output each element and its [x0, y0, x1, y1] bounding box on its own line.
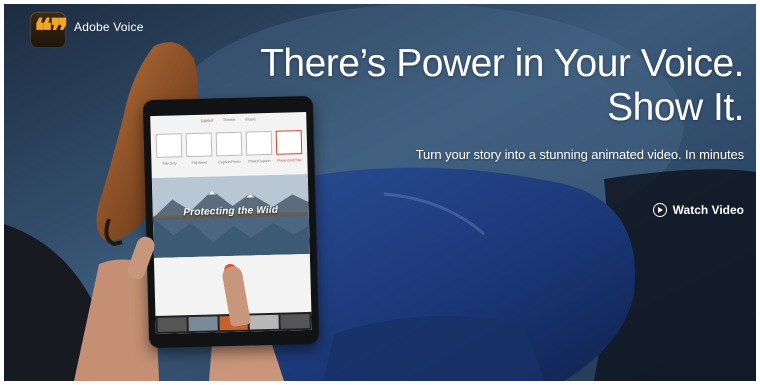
- layout-thumbnail: [215, 131, 243, 157]
- hero-banner: ❝❞ Adobe Voice There’s Power in Your Voi…: [4, 4, 756, 381]
- headline-line-1: There’s Power in Your Voice.: [260, 42, 744, 85]
- layout-thumbnail: [155, 133, 183, 158]
- layout-label: Photo/Caption: [248, 158, 271, 164]
- watch-video-button[interactable]: Watch Video: [652, 203, 744, 217]
- filmstrip-thumb: [249, 314, 279, 330]
- filmstrip-thumb: [280, 313, 310, 329]
- layout-thumbnail: [245, 130, 273, 156]
- layout-label: Full Bleed: [191, 160, 208, 166]
- slide-photo: Protecting the Wild: [151, 173, 310, 259]
- layout-label: Title Only: [162, 161, 177, 166]
- quote-glyph: ❝❞: [34, 14, 69, 51]
- layout-thumbnail: [185, 132, 213, 158]
- tab-layout: Layout: [200, 117, 213, 123]
- layout-label: Photo Grid/Title: [277, 158, 302, 163]
- layout-thumbnails: [151, 126, 308, 162]
- layout-label: Caption/Photo: [218, 159, 241, 165]
- play-circle-icon: [652, 203, 667, 217]
- layout-thumbnail: [275, 130, 303, 155]
- tab-music: Music: [245, 116, 256, 122]
- tab-theme: Theme: [222, 116, 236, 123]
- app-name[interactable]: Adobe Voice: [74, 20, 144, 34]
- filmstrip-thumb: [157, 317, 187, 332]
- adobe-voice-logo-icon[interactable]: ❝❞: [30, 12, 69, 51]
- filmstrip-thumb: [188, 316, 218, 332]
- watch-video-label: Watch Video: [672, 203, 744, 217]
